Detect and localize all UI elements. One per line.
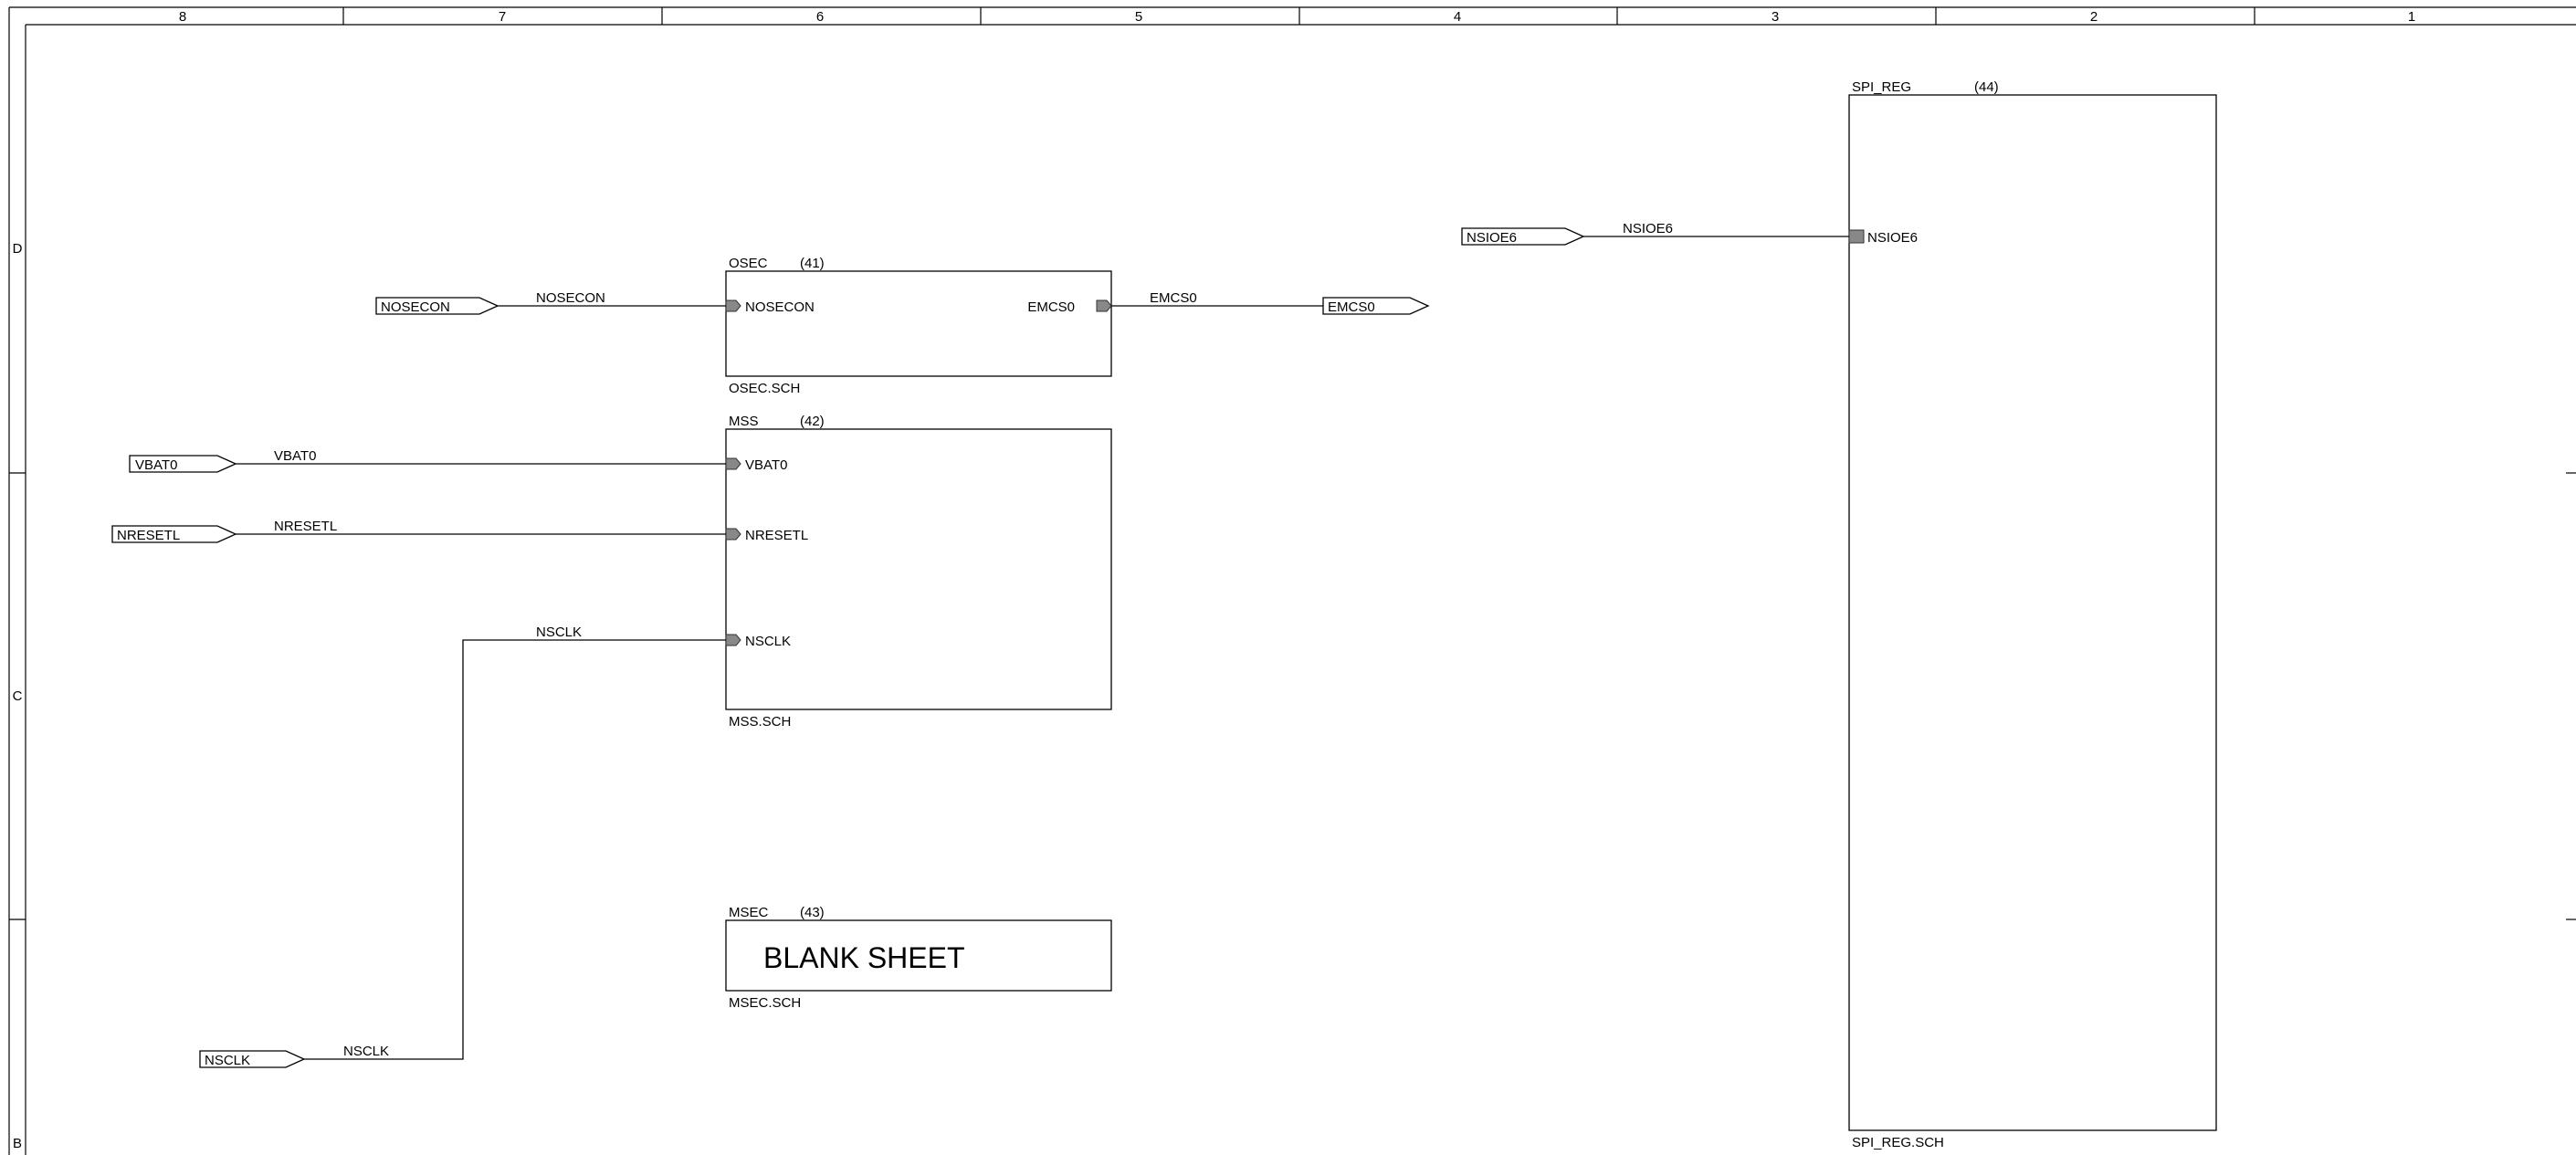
port-label: NOSECON: [381, 299, 450, 315]
sheet-pin-icon: [725, 299, 741, 312]
net-label: NSIOE6: [1623, 221, 1673, 236]
row-label: C: [13, 688, 23, 704]
net-nosecon[interactable]: NOSECON: [498, 290, 726, 307]
sheet-symbol-mss[interactable]: MSS (42) VBAT0 NRESETL NSCLK MSS.SCH: [725, 414, 1112, 730]
sheet-name: MSS: [729, 414, 759, 429]
net-label: NOSECON: [536, 290, 605, 306]
sheet-border: [8, 6, 2576, 1155]
column-label: 1: [2408, 9, 2415, 25]
sheet-pin-icon: [725, 457, 741, 470]
sheet-number: (42): [800, 414, 825, 429]
sheet-number: (43): [800, 905, 825, 920]
port-emcs0[interactable]: EMCS0: [1322, 297, 1430, 315]
sheet-pin-label: NOSECON: [745, 299, 815, 315]
port-nsioe6[interactable]: NSIOE6: [1461, 227, 1585, 246]
row-label: B: [13, 1136, 22, 1151]
sheet-pin-label: NRESETL: [745, 528, 808, 543]
row-label: D: [13, 241, 23, 257]
column-label: 7: [499, 9, 506, 25]
column-label: 8: [179, 9, 186, 25]
column-label: 5: [1135, 9, 1142, 25]
port-nosecon[interactable]: NOSECON: [375, 297, 499, 315]
net-nresetl[interactable]: NRESETL: [236, 519, 726, 535]
row-labels: D C B: [13, 241, 23, 1151]
net-label: NSCLK: [536, 625, 582, 640]
sheet-box: [1848, 94, 2217, 1131]
port-label: NSCLK: [205, 1053, 250, 1068]
sheet-number: (41): [800, 256, 825, 271]
net-label: NSCLK: [343, 1044, 389, 1059]
sheet-pin-icon: [725, 634, 741, 646]
sheet-filename: SPI_REG.SCH: [1852, 1135, 1944, 1150]
schematic-canvas: 8 7 6 5 4 3 2 1 D C B OSEC (41) NOSECON …: [8, 6, 2576, 1155]
port-nresetl[interactable]: NRESETL: [111, 525, 237, 543]
sheet-name: SPI_REG: [1852, 79, 1911, 95]
sheet-symbol-msec[interactable]: MSEC (43) BLANK SHEET MSEC.SCH: [725, 905, 1112, 1011]
port-label: VBAT0: [135, 457, 177, 473]
sheet-name: MSEC: [729, 905, 769, 920]
sheet-symbol-osec[interactable]: OSEC (41) NOSECON EMCS0 OSEC.SCH: [725, 256, 1112, 396]
port-label: NSIOE6: [1467, 230, 1517, 246]
sheet-pin-icon: [1096, 299, 1112, 312]
sheet-body-text: BLANK SHEET: [763, 941, 965, 974]
port-label: EMCS0: [1328, 299, 1375, 315]
sheet-number: (44): [1974, 79, 1999, 95]
column-label: 3: [1772, 9, 1779, 25]
sheet-pin-label: NSIOE6: [1867, 230, 1918, 246]
sheet-box: [725, 270, 1112, 377]
net-label: NRESETL: [274, 519, 337, 534]
sheet-filename: OSEC.SCH: [729, 381, 800, 396]
column-label: 2: [2090, 9, 2098, 25]
sheet-filename: MSEC.SCH: [729, 995, 801, 1011]
column-label: 6: [816, 9, 824, 25]
column-label: 4: [1454, 9, 1461, 25]
sheet-pin-label: VBAT0: [745, 457, 787, 473]
net-label: EMCS0: [1150, 290, 1197, 306]
sheet-name: OSEC: [729, 256, 768, 271]
wire: [304, 639, 726, 1060]
net-vbat0[interactable]: VBAT0: [236, 448, 726, 465]
port-nsclk[interactable]: NSCLK: [199, 1050, 306, 1068]
sheet-pin-icon: [1848, 229, 1865, 244]
net-emcs0[interactable]: EMCS0: [1111, 290, 1323, 307]
port-label: NRESETL: [117, 528, 180, 543]
sheet-pin-icon: [725, 528, 741, 541]
net-nsclk[interactable]: NSCLK NSCLK: [304, 625, 726, 1060]
column-labels: 8 7 6 5 4 3 2 1: [179, 9, 2415, 25]
sheet-pin-label: NSCLK: [745, 634, 791, 649]
sheet-pin-label: EMCS0: [1027, 299, 1075, 315]
sheet-filename: MSS.SCH: [729, 714, 791, 730]
net-label: VBAT0: [274, 448, 316, 464]
port-vbat0[interactable]: VBAT0: [129, 455, 237, 473]
sheet-symbol-spi-reg[interactable]: SPI_REG (44) NSIOE6 SPI_REG.SCH: [1848, 79, 2217, 1150]
net-nsioe6[interactable]: NSIOE6: [1583, 221, 1849, 237]
